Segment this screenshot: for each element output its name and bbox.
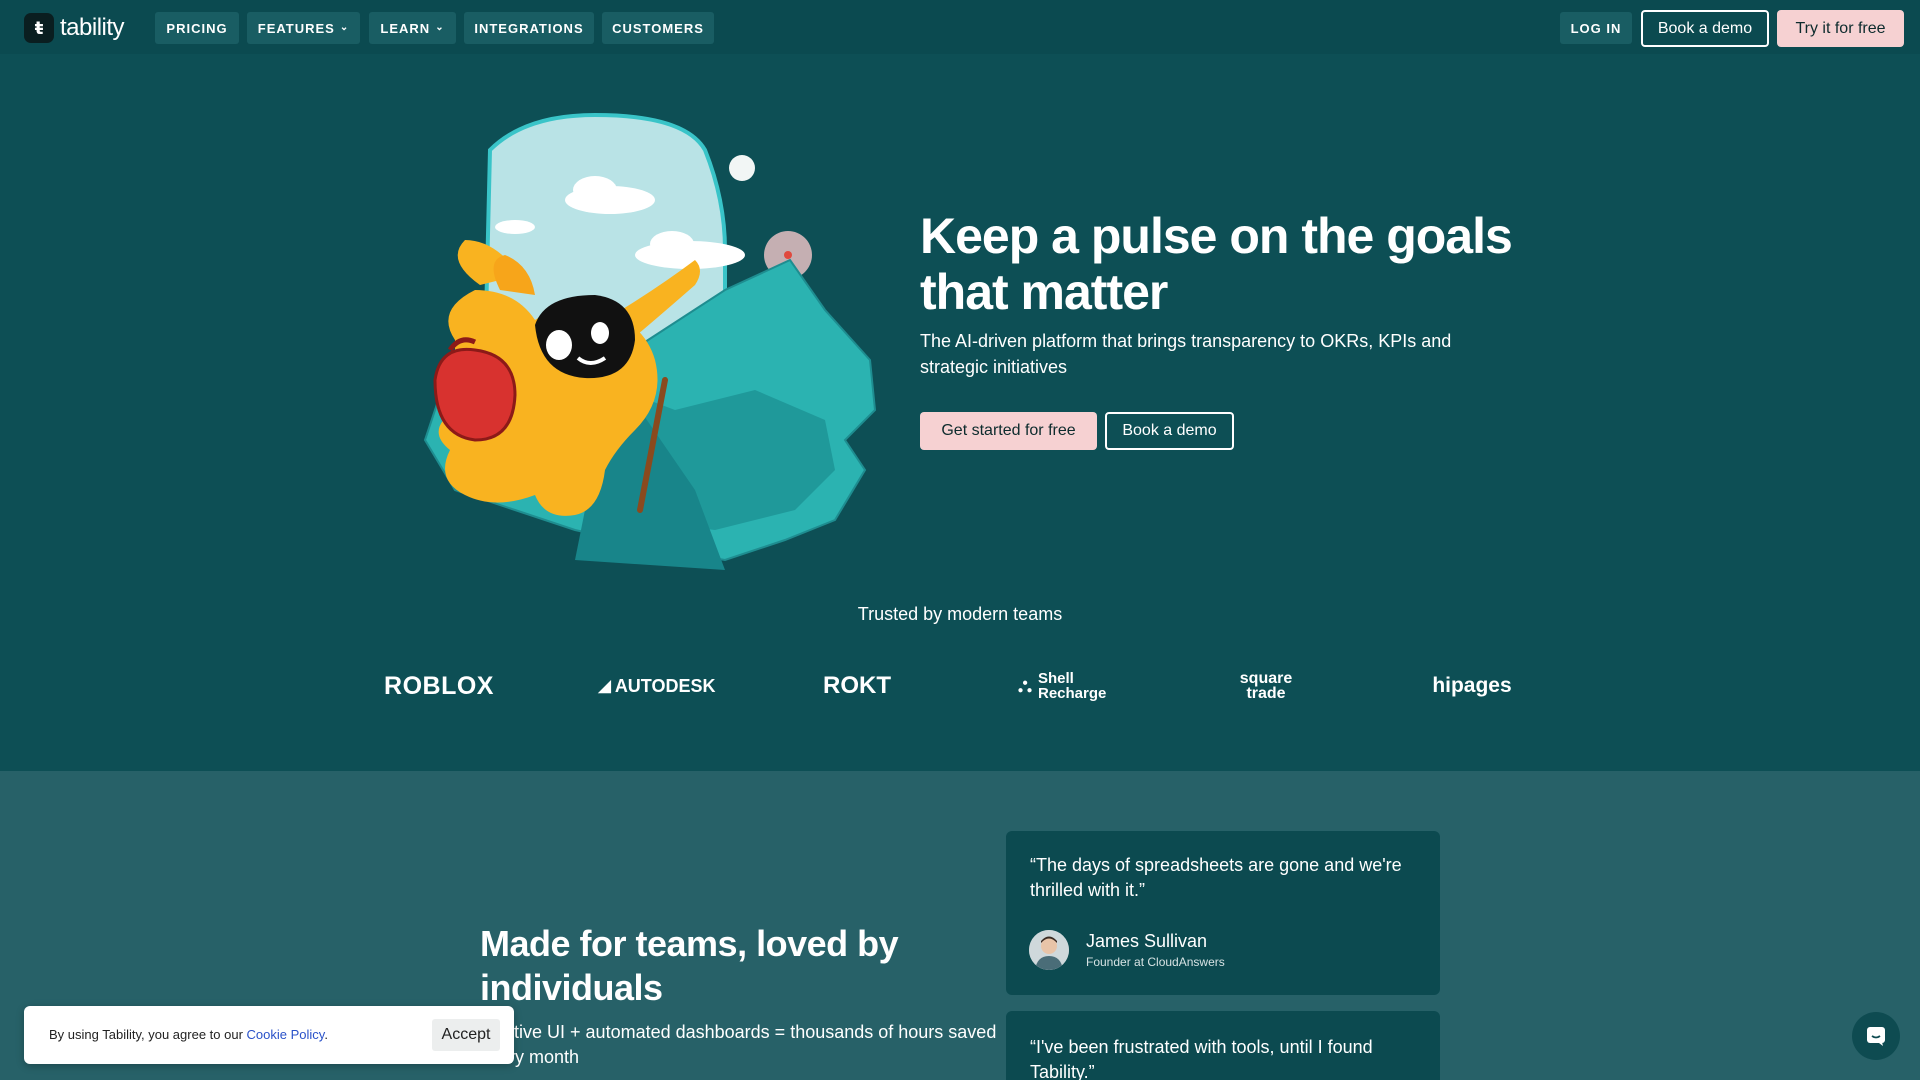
nav-integrations[interactable]: INTEGRATIONS	[464, 12, 594, 44]
nav-features[interactable]: FEATURES ⌄	[247, 12, 360, 44]
backpack	[433, 347, 517, 442]
logo-squaretrade: square trade	[1239, 670, 1293, 702]
logo-rokt: ROKT	[823, 672, 891, 699]
chevron-down-icon: ⌄	[435, 21, 445, 33]
logo-roblox: ROBLOX	[384, 671, 494, 700]
logo-shell-recharge: ⛬ Shell Recharge	[1002, 668, 1124, 704]
brand-logo[interactable]: ŧ tability	[24, 13, 125, 43]
cookie-message: By using Tability, you agree to our	[49, 1027, 247, 1042]
testimonial-card: “I've been frustrated with tools, until …	[1006, 1011, 1440, 1080]
cookie-period: .	[324, 1027, 328, 1042]
testimonial-author-role: Founder at CloudAnswers	[1086, 955, 1225, 969]
hero-book-demo-button[interactable]: Book a demo	[1105, 412, 1234, 450]
hero-subtitle: The AI-driven platform that brings trans…	[920, 331, 1452, 377]
logo-hipages: hipages	[1432, 674, 1512, 697]
chat-icon	[1867, 1027, 1885, 1046]
testimonial-card: “The days of spreadsheets are gone and w…	[1006, 831, 1440, 995]
nav-pricing-label: PRICING	[166, 20, 228, 36]
avatar-image	[1029, 930, 1069, 970]
logo-autodesk: ◢ AUTODESK	[594, 668, 720, 704]
autodesk-icon: ◢	[598, 678, 611, 695]
logo-mark-icon: ŧ	[24, 13, 54, 43]
nav-customers[interactable]: CUSTOMERS	[602, 12, 714, 44]
cloud-shape	[495, 220, 535, 234]
avatar	[1029, 930, 1069, 970]
testimonial-quote: “The days of spreadsheets are gone and w…	[1030, 855, 1402, 900]
nav-integrations-label: INTEGRATIONS	[474, 20, 584, 36]
trusted-heading: Trusted by modern teams	[857, 604, 1063, 624]
brand-name: tability	[60, 14, 125, 41]
nav-customers-label: CUSTOMERS	[612, 20, 704, 36]
section-subtitle: Intuitive UI + automated dashboards = th…	[480, 1022, 997, 1067]
character-eye	[591, 322, 609, 344]
nav-features-label: FEATURES	[257, 20, 335, 36]
goal-dot	[784, 251, 792, 259]
nav-pricing[interactable]: PRICING	[155, 12, 239, 44]
login-label: LOG IN	[1570, 20, 1622, 36]
nav-learn-label: LEARN	[380, 20, 431, 36]
nav-learn[interactable]: LEARN ⌄	[369, 12, 456, 44]
cookie-banner: By using Tability, you agree to our Cook…	[24, 1006, 514, 1064]
shell-icon: ⛬	[1018, 674, 1032, 697]
character-eye	[546, 330, 572, 360]
nav-try-free-button[interactable]: Try it for free	[1777, 10, 1904, 47]
chat-launcher-button[interactable]	[1852, 1012, 1900, 1060]
nav-book-demo-button[interactable]: Book a demo	[1641, 10, 1769, 47]
hero-title: Keep a pulse on the goals that matter	[920, 208, 1513, 320]
top-navigation: ŧ tability PRICING FEATURES ⌄ LEARN ⌄ IN…	[0, 0, 1920, 54]
cookie-policy-link[interactable]: Cookie Policy	[247, 1027, 325, 1042]
cookie-text: By using Tability, you agree to our Cook…	[49, 1027, 328, 1042]
testimonial-quote: “I've been frustrated with tools, until …	[1030, 1037, 1373, 1080]
logo-autodesk-text: AUTODESK	[614, 675, 716, 696]
testimonial-author-name: James Sullivan	[1086, 931, 1208, 951]
get-started-button[interactable]: Get started for free	[920, 412, 1097, 450]
login-button[interactable]: LOG IN	[1560, 12, 1632, 44]
moon-shape	[729, 155, 755, 181]
section-title: Made for teams, loved by individuals	[480, 923, 899, 1008]
chevron-down-icon: ⌄	[339, 21, 350, 33]
customer-logos: ROBLOX ◢ AUTODESK ROKT ⛬ Shell Recharge …	[380, 668, 1540, 704]
hero-illustration	[423, 112, 877, 570]
accept-cookies-button[interactable]: Accept	[432, 1019, 500, 1051]
cloud-shape	[650, 231, 694, 257]
logo-shell-text: Shell Recharge	[1038, 670, 1107, 702]
cloud-shape	[573, 176, 617, 204]
